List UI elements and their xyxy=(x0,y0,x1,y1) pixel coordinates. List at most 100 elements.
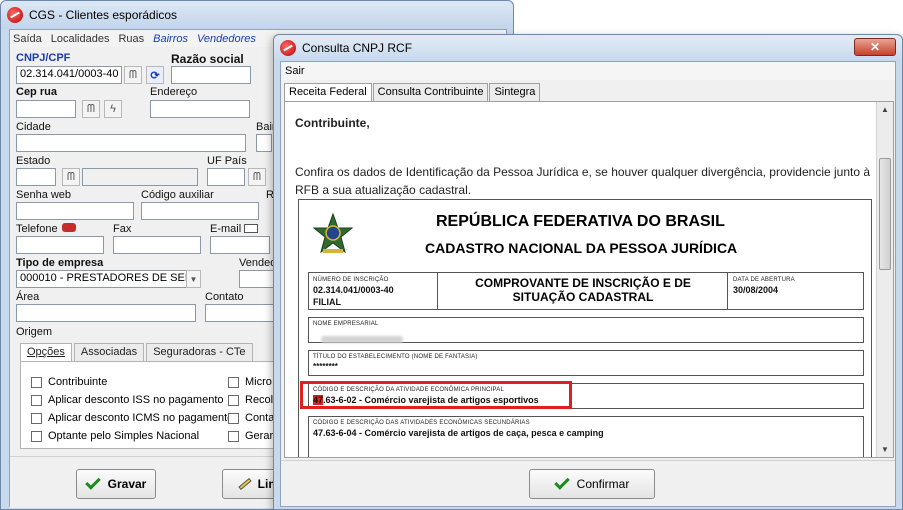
estado-search-icon[interactable]: ᗰ xyxy=(62,168,80,186)
cep-rua-label: Cep rua xyxy=(16,86,57,98)
greeting-text: Contribuinte, xyxy=(295,116,370,130)
document-scrollbar[interactable]: ▲ ▼ xyxy=(876,102,893,457)
atividades-secundarias-label: CÓDIGO E DESCRIÇÃO DAS ATIVIDADES ECONÔM… xyxy=(313,420,530,426)
chevron-down-icon[interactable]: ▼ xyxy=(186,270,201,288)
estado-name-field xyxy=(82,168,198,186)
checkbox-box[interactable] xyxy=(31,412,42,424)
contribuinte-checkbox[interactable]: Contribuinte xyxy=(31,376,107,388)
tab-seguradoras[interactable]: Seguradoras - CTe xyxy=(146,343,253,361)
clients-titlebar: CGS - Clientes esporádicos xyxy=(1,1,513,29)
estado-input[interactable] xyxy=(16,168,56,186)
confirm-button[interactable]: Confirmar xyxy=(529,469,655,499)
endereco-input[interactable] xyxy=(150,100,250,118)
checkbox-box[interactable] xyxy=(31,430,42,442)
scroll-thumb[interactable] xyxy=(879,158,891,270)
bairro-input[interactable] xyxy=(256,134,272,152)
heading-cadastro: CADASTRO NACIONAL DA PESSOA JURÍDICA xyxy=(425,240,738,256)
numero-inscricao-type: FILIAL xyxy=(313,297,341,307)
checkbox-box[interactable] xyxy=(228,376,239,388)
receita-lookup-icon[interactable]: ⟳ xyxy=(146,66,164,84)
menu-ruas[interactable]: Ruas xyxy=(118,33,144,45)
recolhe-checkbox[interactable]: Recolh xyxy=(228,394,279,406)
highlight-box xyxy=(300,381,572,409)
senha-web-label: Senha web xyxy=(16,189,72,201)
email-input[interactable] xyxy=(210,236,270,254)
desconto-icms-checkbox[interactable]: Aplicar desconto ICMS no pagamento xyxy=(31,412,233,424)
razao-social-input[interactable] xyxy=(171,66,251,84)
fax-label: Fax xyxy=(113,223,132,235)
cnpj-query-title: Consulta CNPJ RCF xyxy=(302,41,413,55)
checkbox-label: Contribuinte xyxy=(48,376,108,388)
pais-search-icon[interactable]: ᗰ xyxy=(248,168,266,186)
redacted-name xyxy=(321,336,403,343)
telephone-icon xyxy=(62,223,76,232)
checkbox-box[interactable] xyxy=(31,376,42,388)
checkbox-label: Aplicar desconto ISS no pagamento xyxy=(48,394,224,406)
clients-tabs: Opções Associadas Seguradoras - CTe xyxy=(20,343,255,361)
telefone-input[interactable] xyxy=(16,236,104,254)
simples-nacional-checkbox[interactable]: Optante pelo Simples Nacional xyxy=(31,430,199,442)
tab-receita-federal[interactable]: Receita Federal xyxy=(284,83,372,101)
cnpj-menubar: Sair xyxy=(281,62,895,80)
numero-inscricao-value: 02.314.041/0003-40 xyxy=(313,285,394,295)
app-logo-icon xyxy=(7,7,23,23)
nome-empresarial-box: NOME EMPRESARIAL xyxy=(308,317,864,343)
cnpj-tabs: Receita Federal Consulta Contribuinte Si… xyxy=(284,83,541,101)
cidade-input[interactable] xyxy=(16,134,246,152)
email-icon xyxy=(244,224,258,233)
vendedor-input[interactable] xyxy=(239,270,274,288)
eraser-icon xyxy=(238,477,252,491)
uf-pais-label: UF País xyxy=(207,155,247,167)
desconto-iss-checkbox[interactable]: Aplicar desconto ISS no pagamento xyxy=(31,394,224,406)
cep-search-icon[interactable]: ᗰ xyxy=(82,100,100,118)
menu-localidades[interactable]: Localidades xyxy=(51,33,110,45)
tab-consulta-contribuinte[interactable]: Consulta Contribuinte xyxy=(372,83,489,101)
cnpj-query-window: Consulta CNPJ RCF ✕ Sair Receita Federal… xyxy=(273,34,903,510)
codigo-auxiliar-input[interactable] xyxy=(141,202,259,220)
email-label: E-mail xyxy=(210,223,242,235)
cnpj-input[interactable]: 02.314.041/0003-40 xyxy=(16,66,122,84)
menu-bairros[interactable]: Bairros xyxy=(153,33,188,45)
uf-pais-input[interactable] xyxy=(207,168,245,186)
cep-input[interactable] xyxy=(16,100,76,118)
tab-opcoes[interactable]: Opções xyxy=(20,343,72,361)
menu-saida[interactable]: Saída xyxy=(13,33,42,45)
contato-input[interactable] xyxy=(205,304,275,322)
menu-vendedores[interactable]: Vendedores xyxy=(197,33,256,45)
checkbox-label: Optante pelo Simples Nacional xyxy=(48,430,200,442)
tab-sintegra[interactable]: Sintegra xyxy=(489,83,541,101)
checkbox-box[interactable] xyxy=(31,394,42,406)
tipo-empresa-label: Tipo de empresa xyxy=(16,257,104,269)
doc-title: COMPROVANTE DE INSCRIÇÃO E DE SITUAÇÃO C… xyxy=(475,276,691,304)
binoculars-icon[interactable]: ᗰ xyxy=(124,66,142,84)
save-button-label: Gravar xyxy=(107,477,147,491)
fantasia-value: ******** xyxy=(313,362,338,371)
senha-web-input[interactable] xyxy=(16,202,134,220)
contato-label: Contato xyxy=(205,291,244,303)
brazil-coat-of-arms-icon xyxy=(313,213,353,254)
clients-window-title: CGS - Clientes esporádicos xyxy=(29,8,178,22)
check-icon xyxy=(553,474,570,490)
scroll-up-icon[interactable]: ▲ xyxy=(881,105,889,114)
checkbox-box[interactable] xyxy=(228,394,239,406)
confirm-button-label: Confirmar xyxy=(576,477,630,491)
fax-input[interactable] xyxy=(113,236,201,254)
area-input[interactable] xyxy=(16,304,196,322)
receita-document-view[interactable]: Contribuinte, Confira os dados de Identi… xyxy=(284,101,894,458)
checkbox-box[interactable] xyxy=(228,412,239,424)
tipo-empresa-select[interactable]: 000010 - PRESTADORES DE SERVIÇ xyxy=(16,270,192,288)
save-button[interactable]: Gravar xyxy=(76,469,156,499)
lightning-icon[interactable]: ϟ xyxy=(104,100,122,118)
close-button[interactable]: ✕ xyxy=(854,38,896,56)
endereco-label: Endereço xyxy=(150,86,198,98)
message-line-1: Confira os dados de Identificação da Pes… xyxy=(295,165,871,179)
check-icon xyxy=(84,474,101,490)
app-logo-icon xyxy=(280,40,296,56)
cnpj-query-titlebar: Consulta CNPJ RCF ✕ xyxy=(274,35,902,61)
checkbox-box[interactable] xyxy=(228,430,239,442)
scroll-down-icon[interactable]: ▼ xyxy=(881,445,889,454)
menu-sair[interactable]: Sair xyxy=(285,65,305,77)
tab-associadas[interactable]: Associadas xyxy=(73,343,145,361)
data-abertura-label: DATA DE ABERTURA xyxy=(733,277,795,283)
inscription-row: NÚMERO DE INSCRIÇÃO 02.314.041/0003-40 F… xyxy=(308,272,864,310)
